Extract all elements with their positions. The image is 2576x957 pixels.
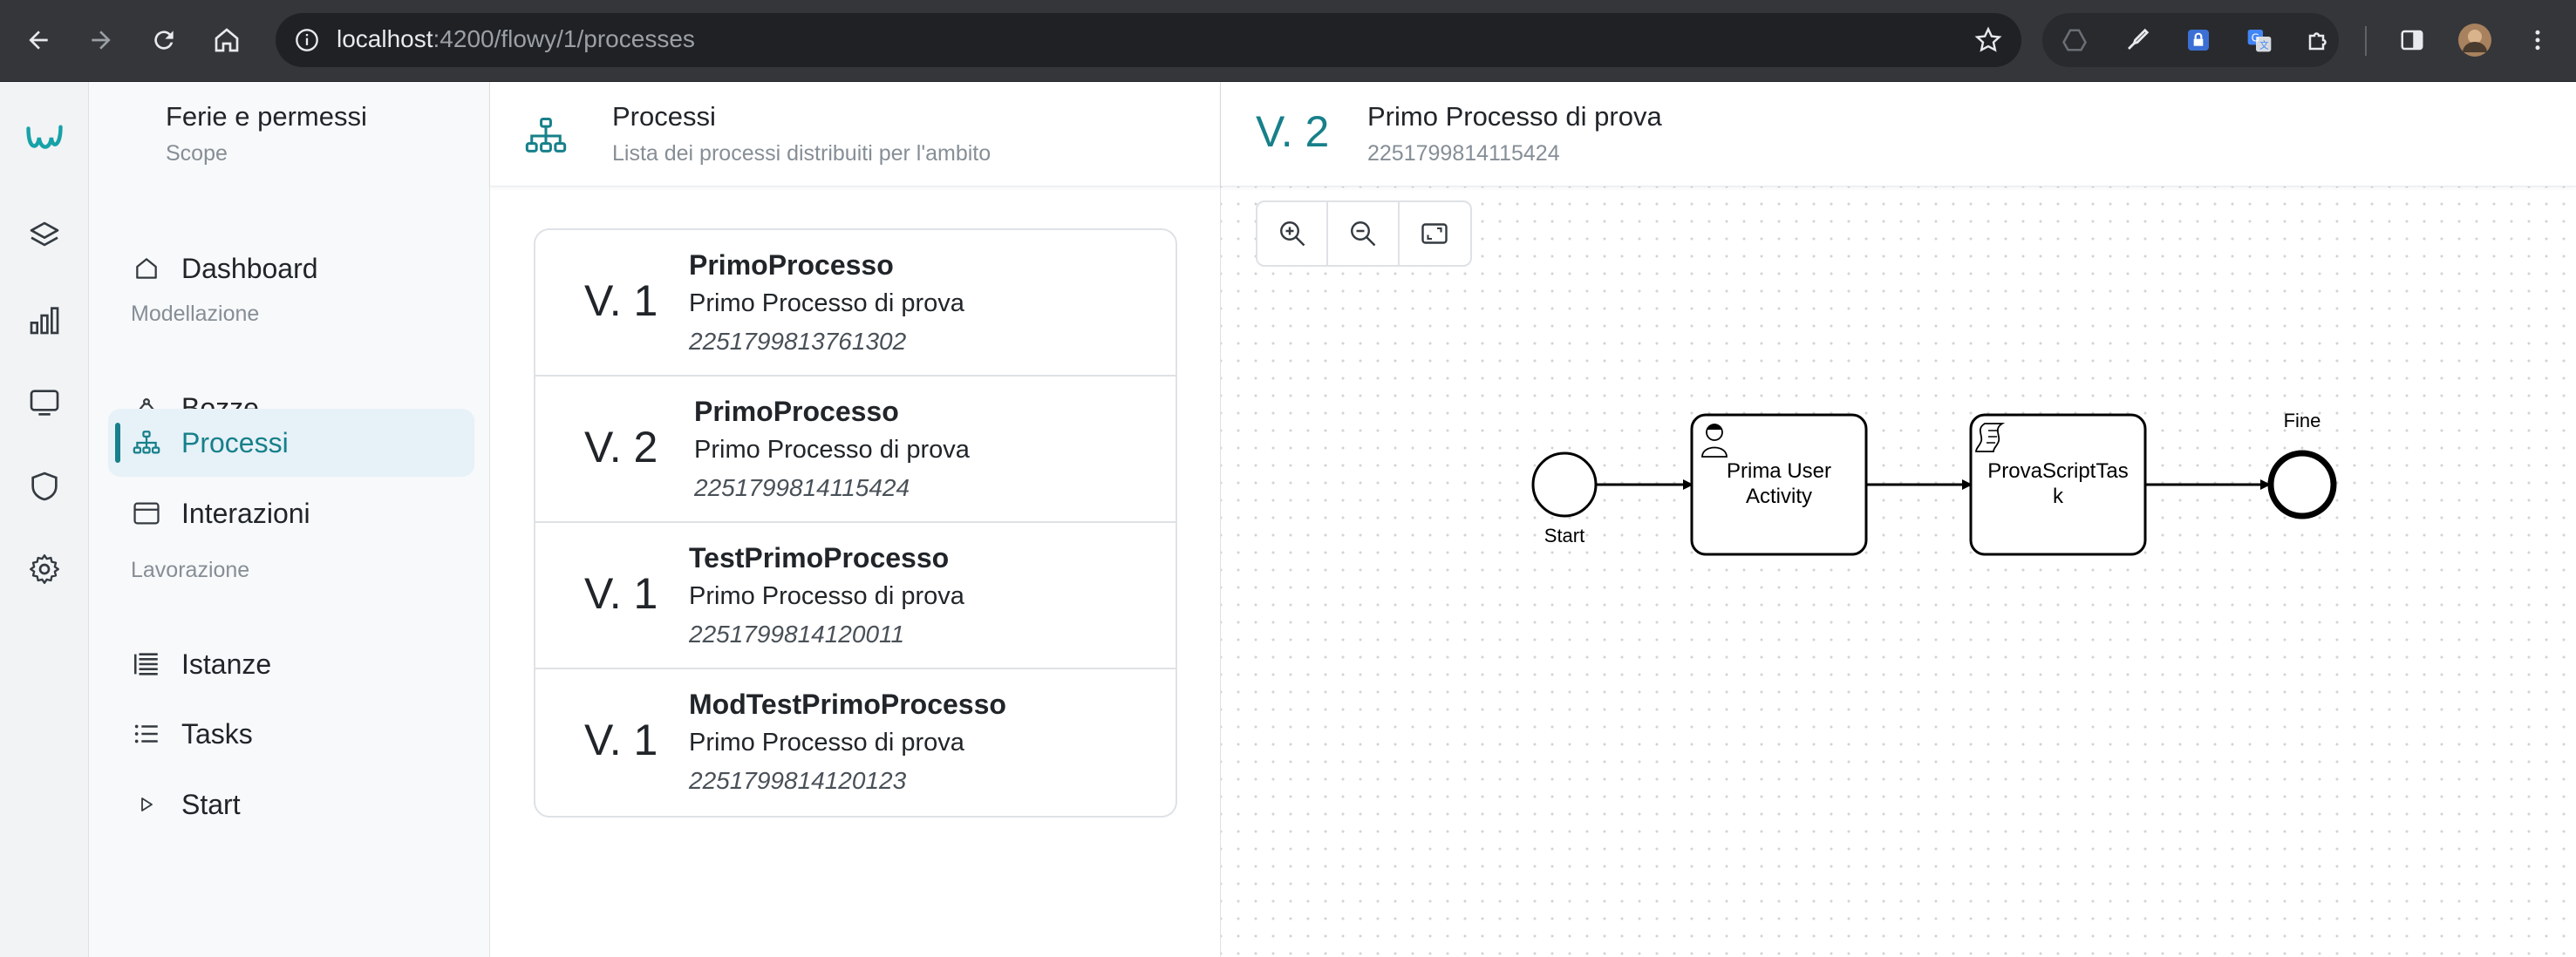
toolbar-separator [2365,26,2367,56]
sidebar-item-tasks[interactable]: Tasks [108,700,474,768]
user-task-label: Prima User Activity [1696,458,1862,509]
sidebar-item-start[interactable]: Start [108,770,474,838]
section-lavorazione: Lavorazione [131,558,250,582]
bookmark-star-icon[interactable] [1974,26,2002,54]
address-bar[interactable]: localhost:4200/flowy/1/processes [276,13,2021,67]
script-task-label: ProvaScriptTas k [1975,458,2141,509]
process-list-item[interactable]: V. 1 PrimoProcesso Primo Processo di pro… [535,230,1176,377]
sidebar-item-istanze[interactable]: Istanze [108,630,474,698]
browser-toolbar: localhost:4200/flowy/1/processes G文 [0,0,2576,82]
process-icon [131,427,162,458]
process-description: Primo Processo di prova [689,582,964,610]
process-list-header: Processi Lista dei processi distribuiti … [490,82,1220,187]
play-icon [131,789,162,820]
process-list-item[interactable]: V. 2 PrimoProcesso Primo Processo di pro… [535,377,1176,523]
sidebar-item-label: Start [181,788,241,820]
app-logo[interactable] [25,119,64,157]
sidebar-item-label: Processi [181,426,289,458]
process-code: 2251799814115424 [694,474,910,501]
process-version: V. 1 [584,276,658,325]
translate-extension-icon[interactable]: G文 [2241,22,2278,58]
start-event[interactable] [1531,451,1598,518]
svg-text:G: G [2252,31,2259,44]
process-version: V. 1 [584,569,658,618]
user-task-label-line: Activity [1745,485,1812,508]
forward-icon[interactable] [80,19,122,61]
home-icon [131,253,162,284]
bpmn-canvas-panel[interactable]: V. 2 Primo Processo di prova 22517998141… [1221,82,2576,957]
sidebar-item-label: Interazioni [181,497,310,529]
back-icon[interactable] [17,19,59,61]
process-description: Primo Processo di prova [689,729,964,757]
settings-gear-icon[interactable] [25,550,64,588]
tasks-icon [131,718,162,750]
side-panel-icon[interactable] [2391,19,2433,61]
process-list-item[interactable]: V. 1 ModTestPrimoProcesso Primo Processo… [535,669,1176,816]
sidebar-item-dashboard[interactable]: Dashboard [108,234,474,302]
process-list: V. 1 PrimoProcesso Primo Processo di pro… [534,228,1177,818]
shield-icon[interactable] [25,467,64,506]
process-version: V. 1 [584,716,658,764]
home-page-icon[interactable] [206,19,248,61]
scope-subtitle: Scope [166,141,228,166]
instances-icon [131,648,162,680]
layers-icon[interactable] [25,217,64,255]
reload-icon[interactable] [143,19,185,61]
process-version: V. 2 [584,423,658,472]
process-icon [525,117,567,153]
sidebar-item-label: Tasks [181,717,253,750]
process-code: 2251799813761302 [689,328,907,355]
shield-extension-icon[interactable] [2180,22,2217,58]
active-indicator [115,423,120,463]
sidebar-item-label: Dashboard [181,252,318,284]
monitor-icon[interactable] [25,383,64,422]
sidebar: Ferie e permessi Scope Dashboard Modella… [89,82,490,957]
interaction-icon [131,498,162,529]
process-list-item[interactable]: V. 1 TestPrimoProcesso Primo Processo di… [535,523,1176,669]
process-name: TestPrimoProcesso [689,542,950,574]
process-code: 2251799814120011 [689,621,905,648]
color-picker-extension-icon[interactable] [2119,22,2156,58]
sidebar-item-interazioni[interactable]: Interazioni [108,479,474,547]
process-description: Primo Processo di prova [689,289,964,317]
extensions-group: G文 [2042,13,2339,67]
end-event-label: Fine [2283,410,2321,431]
process-name: PrimoProcesso [689,249,894,281]
process-description: Primo Processo di prova [694,436,970,464]
profile-avatar[interactable] [2454,19,2496,61]
url-text: localhost:4200/flowy/1/processes [337,25,695,52]
page-subtitle: Lista dei processi distribuiti per l'amb… [612,141,992,166]
app-rail [0,82,89,957]
user-task-label-line: Prima User [1726,459,1831,483]
section-modellazione: Modellazione [131,302,260,326]
script-task-label-line: k [2053,485,2063,508]
sidebar-item-processi[interactable]: Processi [108,409,474,477]
process-list-panel: Processi Lista dei processi distribuiti … [490,82,1221,957]
start-event-label: Start [1544,525,1585,546]
sidebar-item-label: Istanze [181,648,272,680]
drive-extension-icon[interactable] [2056,22,2093,58]
end-event[interactable] [2267,450,2337,519]
menu-kebab-icon[interactable] [2517,19,2559,61]
puzzle-extensions-icon[interactable] [2300,22,2337,58]
process-code: 2251799814120123 [689,767,907,794]
bpmn-diagram [1531,413,2337,556]
scope-title: Ferie e permessi [166,101,367,132]
process-name: PrimoProcesso [694,396,899,427]
process-name: ModTestPrimoProcesso [689,689,1006,720]
svg-text:文: 文 [2259,39,2269,51]
site-info-icon[interactable] [295,28,319,52]
script-task-label-line: ProvaScriptTas [1987,459,2129,483]
page-title: Processi [612,101,716,132]
bar-chart-icon[interactable] [25,301,64,339]
